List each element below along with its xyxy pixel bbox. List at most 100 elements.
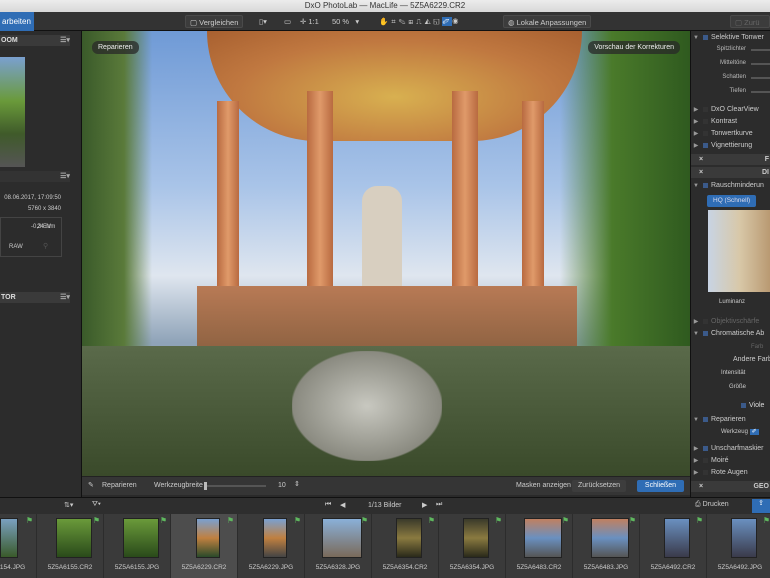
thumbnail[interactable]	[524, 518, 562, 558]
thumbnail[interactable]	[56, 518, 92, 558]
palette-bar[interactable]: × GEO	[691, 481, 770, 492]
redeye-section[interactable]: ▶ Rote Augen	[691, 467, 770, 478]
previous-image-icon[interactable]: ◀	[340, 501, 345, 509]
hand-icon[interactable]: ✋	[379, 17, 391, 26]
panel-menu-icon[interactable]: ☰▾	[60, 171, 70, 182]
chromatic-section[interactable]: ▼ Chromatische Ab	[691, 328, 770, 339]
tool-icons[interactable]: ✋⌗✎⊞⎍◭◱✐◉	[375, 15, 465, 28]
repair-icon[interactable]: ✐	[442, 17, 453, 26]
image-counter: 1/13 Bilder	[368, 502, 402, 509]
close-icon[interactable]: ×	[691, 483, 703, 490]
one-to-one-button[interactable]: ✛ 1:1	[296, 15, 323, 28]
reset-button[interactable]: Zurücksetzen	[572, 480, 627, 492]
tool-label: Werkzeug	[721, 429, 748, 435]
exif-focal: 24 mm	[37, 224, 56, 230]
first-image-icon[interactable]: ⏮	[325, 501, 331, 509]
filmstrip-item[interactable]: ⚑ 5Z5A6155.JPG	[104, 514, 171, 578]
filmstrip[interactable]: ⚑5Z5A6154.JPG⚑5Z5A6155.CR2⚑5Z5A6155.JPG⚑…	[0, 514, 770, 578]
palette-title: GEO	[753, 483, 769, 490]
violet-checkbox[interactable]: Viole	[691, 400, 770, 411]
midtones-slider[interactable]	[751, 63, 770, 65]
filmstrip-item[interactable]: ⚑ 5Z5A6483.CR2	[506, 514, 573, 578]
highlights-slider[interactable]	[751, 49, 770, 51]
thumbnail[interactable]	[196, 518, 220, 558]
palette-title: F	[764, 156, 769, 163]
filmstrip-item[interactable]: ⚑ 5Z5A6328.JPG	[305, 514, 372, 578]
eye-icon[interactable]: ◉	[452, 17, 461, 26]
palette-bar[interactable]: × DI	[691, 167, 770, 178]
file-name: 5Z5A6154.JPG	[0, 564, 26, 571]
panel-menu-icon[interactable]: ☰▾	[60, 292, 70, 303]
local-adjustments-button[interactable]: ◍ Lokale Anpassungen	[503, 15, 592, 28]
contrast-section[interactable]: ▶ Kontrast	[691, 116, 770, 127]
tab-edit[interactable]: arbeiten	[0, 12, 34, 31]
vignetting-section[interactable]: ▶ Vignettierung	[691, 140, 770, 151]
thumbnail[interactable]	[463, 518, 489, 558]
thumbnail[interactable]	[731, 518, 757, 558]
thumbnail[interactable]	[591, 518, 629, 558]
panel-menu-icon[interactable]: ☰▾	[60, 35, 70, 46]
luminance-label: Luminanz	[719, 299, 746, 305]
palette-bar[interactable]: × F	[691, 154, 770, 165]
processed-flag-icon: ⚑	[159, 516, 167, 525]
stepper-icon[interactable]: ⇕	[294, 480, 300, 488]
exif-header: ☰▾	[0, 171, 70, 182]
filmstrip-item[interactable]: ⚑ 5Z5A6483.JPG	[573, 514, 640, 578]
sort-icon[interactable]: ⇅▾	[64, 501, 73, 509]
show-masks-button[interactable]: Masken anzeigen	[516, 482, 571, 489]
export-button[interactable]: ⇪	[752, 499, 770, 513]
thumbnail[interactable]	[664, 518, 690, 558]
panel-title: TOR	[1, 294, 16, 301]
thumbnail[interactable]	[396, 518, 422, 558]
filmstrip-item[interactable]: ⚑ 5Z5A6354.CR2	[372, 514, 439, 578]
close-icon[interactable]: ×	[691, 169, 703, 176]
fit-icon[interactable]: ▭	[280, 15, 295, 28]
reset-button[interactable]: ▢ Zurü	[730, 15, 770, 28]
blacks-slider[interactable]	[751, 91, 770, 93]
noise-section[interactable]: ▼ Rauschminderun	[691, 180, 770, 191]
compare-button[interactable]: ▢ Vergleichen	[185, 15, 244, 28]
noise-mode-button[interactable]: HQ (Schnell)	[707, 195, 757, 207]
filmstrip-item[interactable]: ⚑ 5Z5A6492.CR2	[640, 514, 707, 578]
clearview-section[interactable]: ▶ DxO ClearView	[691, 104, 770, 115]
section-label: Kontrast	[711, 118, 738, 125]
slider-handle[interactable]	[204, 482, 207, 490]
image-viewer[interactable]: Reparieren Vorschau der Korrekturen	[82, 31, 690, 476]
width-value[interactable]: 10	[278, 482, 286, 489]
filmstrip-item[interactable]: ⚑ 5Z5A6354.JPG	[439, 514, 506, 578]
layout-icon[interactable]: ▯▾	[255, 15, 271, 28]
filmstrip-item[interactable]: ⚑ 5Z5A6492.JPG	[707, 514, 770, 578]
filter-icon[interactable]: ⛛▾	[92, 501, 101, 509]
shadows-slider[interactable]	[751, 77, 770, 79]
repair-section[interactable]: ▼ Reparieren	[691, 414, 770, 425]
zoom-select[interactable]: 50 % ▾	[328, 15, 363, 28]
redeye-icon[interactable]: ◭	[424, 17, 433, 26]
navigator-thumbnail[interactable]	[0, 57, 25, 167]
thumbnail[interactable]	[123, 518, 159, 558]
width-slider[interactable]	[204, 482, 266, 490]
selective-tone-section[interactable]: ▼ Selektive Tonwer	[691, 32, 770, 43]
thumbnail[interactable]	[0, 518, 18, 558]
filmstrip-item[interactable]: ⚑ 5Z5A6155.CR2	[37, 514, 104, 578]
repair-tool-icon[interactable]: ✐	[749, 429, 759, 435]
preview-corrections-button[interactable]: Vorschau der Korrekturen	[588, 41, 680, 54]
crop-icon[interactable]: ⌗	[391, 17, 398, 26]
tone-curve-section[interactable]: ▶ Tonwertkurve	[691, 128, 770, 139]
unsharp-section[interactable]: ▶ Unscharfmaskier	[691, 443, 770, 454]
lens-sharpness-section[interactable]: ▶ Objektivschärfe	[691, 316, 770, 327]
filmstrip-item[interactable]: ⚑ 5Z5A6154.JPG	[0, 514, 37, 578]
close-icon[interactable]: ×	[691, 156, 703, 163]
print-button[interactable]: ⎙ Drucken	[695, 501, 729, 509]
section-label: Objektivschärfe	[711, 318, 760, 325]
close-button[interactable]: Schließen	[637, 480, 684, 492]
thumbnail[interactable]	[263, 518, 287, 558]
next-image-icon[interactable]: ▶	[422, 501, 427, 509]
filmstrip-item[interactable]: ⚑ 5Z5A6229.CR2	[171, 514, 238, 578]
filmstrip-item[interactable]: ⚑ 5Z5A6229.JPG	[238, 514, 305, 578]
file-name: 5Z5A6483.JPG	[583, 564, 629, 571]
picker-icon[interactable]: ✎	[399, 17, 409, 26]
last-image-icon[interactable]: ⏭	[436, 501, 442, 509]
moire-section[interactable]: ▶ Moiré	[691, 455, 770, 466]
color-fringe-checkbox[interactable]: Farb	[691, 342, 770, 353]
thumbnail[interactable]	[322, 518, 362, 558]
